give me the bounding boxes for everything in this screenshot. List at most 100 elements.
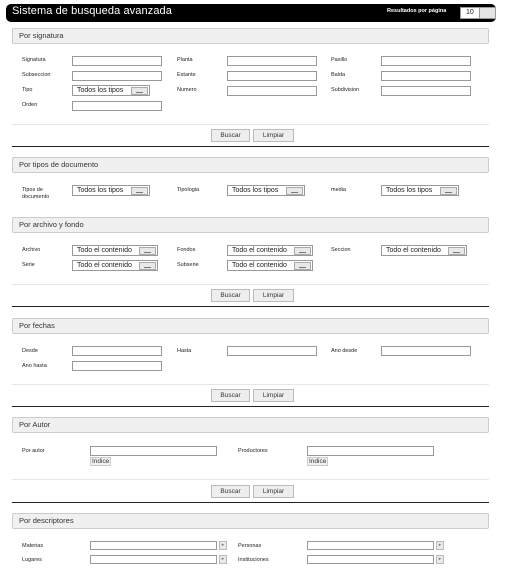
results-per-page-select[interactable]: 10 [460, 7, 496, 19]
materias-input[interactable] [90, 541, 217, 550]
serie-value: Todo el contenido [77, 262, 132, 269]
productores-indice-link[interactable]: Indice [307, 457, 329, 466]
label-tipo: Tipo [22, 87, 33, 93]
tipo-documento-select[interactable]: Todos los tipos [72, 185, 150, 196]
label-estante: Estante [177, 72, 196, 78]
clear-button[interactable]: Limpiar [253, 129, 294, 142]
media-value: Todos los tipos [386, 187, 433, 194]
results-per-page-value: 10 [466, 9, 474, 16]
materias-lookup-button[interactable]: ▸ [219, 541, 227, 550]
lugares-input[interactable] [90, 555, 217, 564]
lugares-lookup-button[interactable]: ▸ [219, 555, 227, 564]
label-desde: Desde [22, 348, 38, 354]
clear-button[interactable]: Limpiar [253, 485, 294, 498]
label-subdivision: Subdivision [331, 87, 360, 93]
tipologia-select[interactable]: Todos los tipos [227, 185, 305, 196]
seccion-select[interactable]: Todo el contenido [381, 245, 467, 256]
label-ano-desde: Ano desde [331, 348, 358, 354]
label-hasta: Hasta [177, 348, 192, 354]
tipo-select[interactable]: Todos los tipos [72, 85, 150, 96]
search-button[interactable]: Buscar [211, 485, 250, 498]
subseccion-input[interactable] [72, 71, 162, 81]
section-header-tipos[interactable]: Por tipos de documento [12, 157, 489, 173]
page-title: Sistema de busqueda avanzada [12, 5, 172, 17]
signatura-input[interactable] [72, 56, 162, 66]
instituciones-input[interactable] [307, 555, 434, 564]
label-tipo-documento: Tipos de documento [22, 187, 50, 200]
section-divider [12, 502, 489, 503]
media-select[interactable]: Todos los tipos [381, 185, 459, 196]
label-materias: Materias [22, 543, 44, 549]
dropdown-button[interactable] [139, 262, 156, 270]
numero-input[interactable] [227, 86, 317, 96]
dropdown-button[interactable] [294, 262, 311, 270]
planta-input[interactable] [227, 56, 317, 66]
balda-input[interactable] [381, 71, 471, 81]
desde-input[interactable] [72, 346, 162, 356]
tipo-select-value: Todos los tipos [77, 87, 124, 94]
estante-input[interactable] [227, 71, 317, 81]
tipologia-value: Todos los tipos [232, 187, 279, 194]
divider [12, 384, 489, 385]
subserie-select[interactable]: Todo el contenido [227, 260, 313, 271]
label-fondos: Fondos [177, 247, 196, 253]
autor-indice-link[interactable]: Indice [90, 457, 112, 466]
pasillo-input[interactable] [381, 56, 471, 66]
title-bar: Sistema de busqueda avanzada Resultados … [6, 4, 496, 22]
label-pasillo: Pasillo [331, 57, 348, 63]
label-orden: Orden [22, 102, 38, 108]
label-balda: Balda [331, 72, 346, 78]
dropdown-button[interactable] [131, 187, 148, 195]
label-ano-hasta: Ano hasta [22, 363, 47, 369]
label-serie: Serie [22, 262, 35, 268]
label-archivo: Archivo [22, 247, 41, 253]
divider [12, 124, 489, 125]
dropdown-button[interactable] [131, 87, 148, 95]
section-divider [12, 306, 489, 307]
section-header-archivo[interactable]: Por archivo y fondo [12, 217, 489, 233]
fondos-value: Todo el contenido [232, 247, 287, 254]
label-media: media [331, 187, 346, 193]
clear-button[interactable]: Limpiar [253, 289, 294, 302]
subserie-value: Todo el contenido [232, 262, 287, 269]
orden-input[interactable] [72, 101, 162, 111]
instituciones-lookup-button[interactable]: ▸ [436, 555, 444, 564]
ano-desde-input[interactable] [381, 346, 471, 356]
section-header-fechas[interactable]: Por fechas [12, 318, 489, 334]
label-subserie: Subserie [177, 262, 199, 268]
hasta-input[interactable] [227, 346, 317, 356]
label-numero: Numero [177, 87, 197, 93]
dropdown-button[interactable] [294, 247, 311, 255]
search-button[interactable]: Buscar [211, 389, 250, 402]
subdivision-input[interactable] [381, 86, 471, 96]
clear-button[interactable]: Limpiar [253, 389, 294, 402]
label-planta: Planta [177, 57, 193, 63]
label-instituciones: Instituciones [238, 557, 269, 563]
tipo-documento-value: Todos los tipos [77, 187, 124, 194]
search-button[interactable]: Buscar [211, 129, 250, 142]
dropdown-button[interactable] [448, 247, 465, 255]
seccion-value: Todo el contenido [386, 247, 441, 254]
productores-input[interactable] [307, 446, 434, 456]
dropdown-button[interactable] [139, 247, 156, 255]
section-header-autor[interactable]: Por Autor [12, 417, 489, 433]
divider [12, 284, 489, 285]
archivo-select[interactable]: Todo el contenido [72, 245, 158, 256]
serie-select[interactable]: Todo el contenido [72, 260, 158, 271]
autor-input[interactable] [90, 446, 217, 456]
label-por-autor: Por autor [22, 448, 45, 454]
ano-hasta-input[interactable] [72, 361, 162, 371]
search-button[interactable]: Buscar [211, 289, 250, 302]
section-header-descriptores[interactable]: Por descriptores [12, 513, 489, 529]
section-header-signatura[interactable]: Por signatura [12, 28, 489, 44]
personas-input[interactable] [307, 541, 434, 550]
label-signatura: Signatura [22, 57, 46, 63]
dropdown-button[interactable] [440, 187, 457, 195]
dropdown-button[interactable] [286, 187, 303, 195]
archivo-value: Todo el contenido [77, 247, 132, 254]
fondos-select[interactable]: Todo el contenido [227, 245, 313, 256]
divider [12, 479, 489, 480]
dropdown-button[interactable] [479, 8, 495, 18]
results-per-page-label: Resultados por página [387, 8, 447, 14]
personas-lookup-button[interactable]: ▸ [436, 541, 444, 550]
